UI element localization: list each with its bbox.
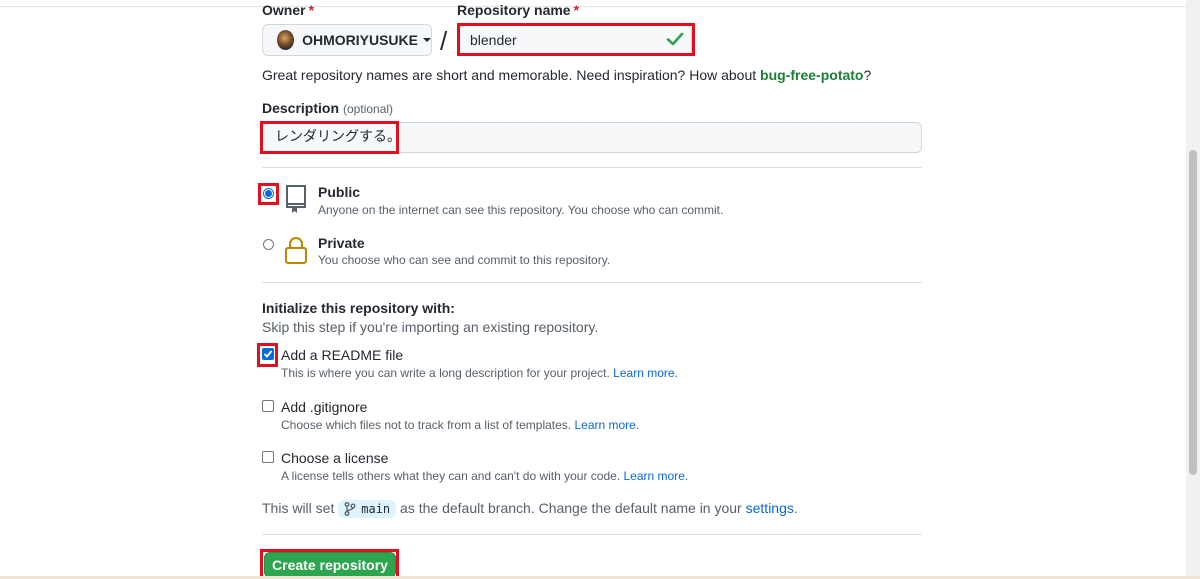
repo-name-label: Repository name * [457,2,580,18]
license-checkbox[interactable] [262,451,274,463]
public-title: Public [318,184,361,200]
highlight-public-radio [258,183,279,205]
default-branch-note: This will set main as the default branch… [262,500,798,519]
license-desc: A license tells others what they can and… [281,469,689,483]
repo-name-hint: Great repository names are short and mem… [262,67,872,83]
gitignore-checkbox[interactable] [262,400,274,412]
git-branch-icon [344,502,356,517]
private-desc: You choose who can see and commit to thi… [318,253,611,267]
private-title: Private [318,235,365,251]
optional-tag: (optional) [343,102,394,116]
description-label: Description (optional) [262,100,394,116]
gitignore-checkbox-box[interactable] [262,400,274,412]
owner-repo-separator: / [440,26,448,56]
license-title: Choose a license [281,450,389,466]
divider [262,534,922,535]
private-radio-dot[interactable] [263,239,274,250]
suggestion-link[interactable]: bug-free-potato [760,67,863,83]
owner-dropdown[interactable]: OHMORIYUSUKE [262,24,432,56]
highlight-create-button [260,549,399,579]
browser-top-edge [0,0,1186,7]
owner-value: OHMORIYUSUKE [302,32,418,48]
public-desc: Anyone on the internet can see this repo… [318,203,724,217]
private-radio[interactable] [263,239,274,250]
lock-icon [285,237,307,264]
repo-icon [286,185,306,213]
highlight-repo-name [457,23,695,56]
init-subtitle: Skip this step if you're importing an ex… [262,319,599,335]
page-scrollbar[interactable] [1186,0,1200,579]
gitignore-learn-more-link[interactable]: Learn more. [574,418,639,432]
owner-label: Owner * [262,2,315,18]
gitignore-desc: Choose which files not to track from a l… [281,418,640,432]
highlight-readme-checkbox [257,343,278,367]
readme-learn-more-link[interactable]: Learn more. [613,366,678,380]
divider [262,282,922,283]
readme-title: Add a README file [281,347,404,363]
chevron-down-icon [423,38,431,42]
readme-desc: This is where you can write a long descr… [281,366,678,380]
highlight-description [260,121,399,154]
settings-link[interactable]: settings [746,500,794,516]
branch-name: main [361,502,391,517]
gitignore-title: Add .gitignore [281,399,368,415]
avatar [277,30,295,50]
divider [262,167,922,168]
branch-chip: main [338,500,397,519]
scrollbar-thumb[interactable] [1189,150,1197,475]
license-checkbox-box[interactable] [262,451,274,463]
required-mark: * [573,2,580,18]
required-mark: * [308,2,315,18]
license-learn-more-link[interactable]: Learn more. [624,469,689,483]
init-title: Initialize this repository with: [262,300,455,316]
